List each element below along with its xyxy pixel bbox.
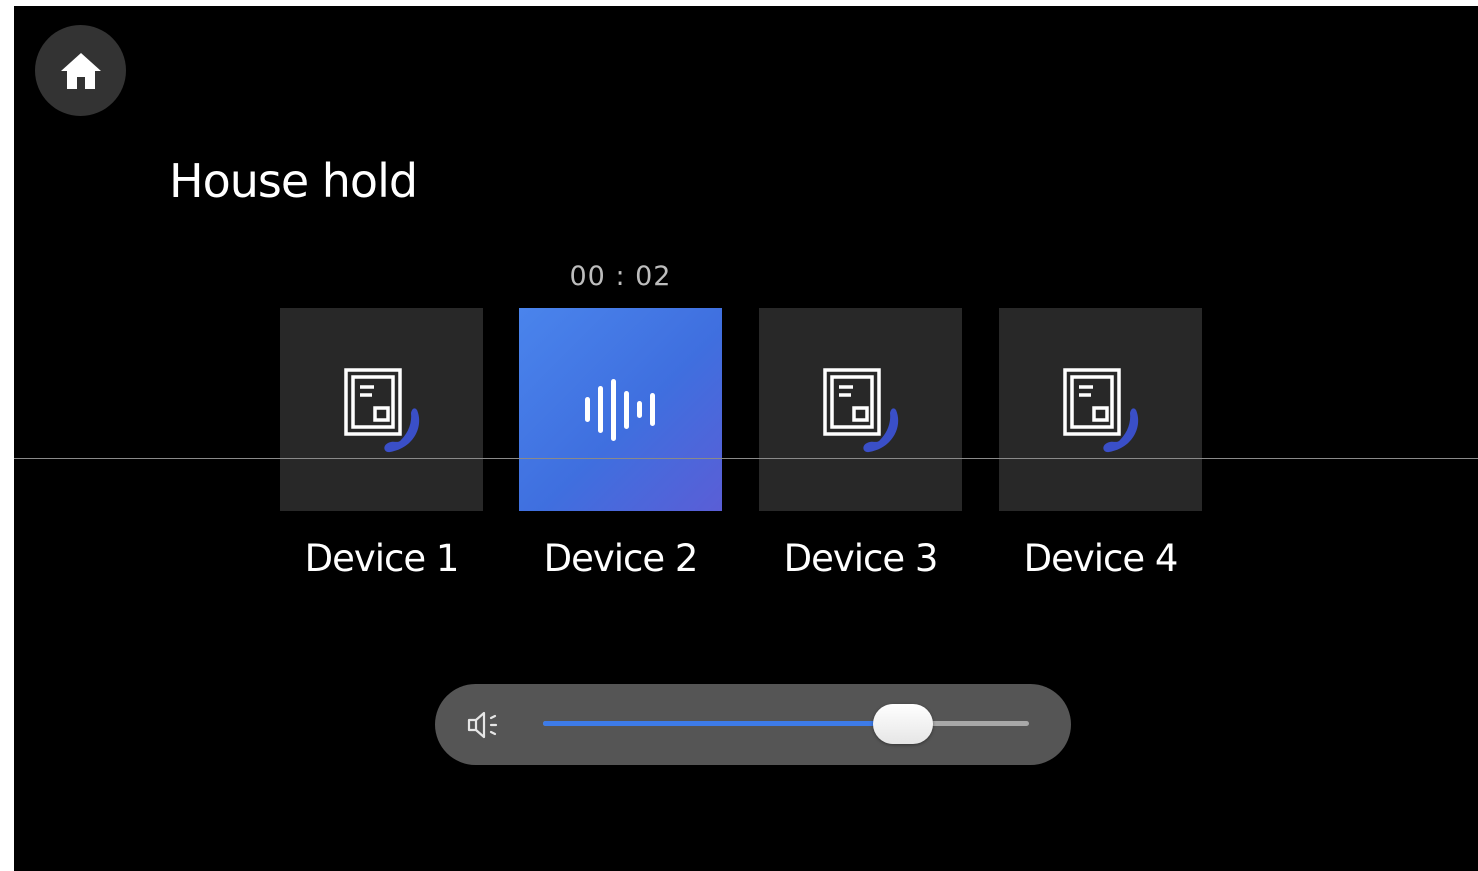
device-4-label: Device 4 (1023, 537, 1179, 580)
volume-slider-thumb[interactable] (872, 704, 933, 744)
device-4-button[interactable] (999, 308, 1202, 511)
device-3-button[interactable] (759, 308, 962, 511)
audio-wave-icon (584, 378, 655, 441)
intercom-screen: House hold 00 : 02 Device 1 Device 2 Dev… (14, 6, 1478, 871)
volume-control (435, 684, 1071, 765)
device-1-button[interactable] (280, 308, 483, 511)
volume-slider[interactable] (543, 704, 1029, 744)
intercom-phone-icon (1062, 367, 1138, 452)
device-1-label: Device 1 (304, 537, 460, 580)
call-timer: 00 : 02 (569, 261, 672, 292)
device-item-3: Device 3 (759, 308, 962, 580)
device-item-1: Device 1 (280, 308, 483, 580)
home-icon (60, 52, 101, 89)
device-2-label: Device 2 (543, 537, 699, 580)
divider-line (14, 458, 1478, 459)
device-3-label: Device 3 (783, 537, 939, 580)
device-item-2: Device 2 (519, 308, 722, 580)
intercom-phone-icon (822, 367, 898, 452)
speaker-icon (467, 711, 498, 739)
page-title: House hold (169, 154, 418, 208)
device-2-button[interactable] (519, 308, 722, 511)
volume-slider-fill (543, 721, 903, 726)
device-item-4: Device 4 (999, 308, 1202, 580)
home-button[interactable] (35, 25, 126, 116)
intercom-phone-icon (343, 367, 419, 452)
